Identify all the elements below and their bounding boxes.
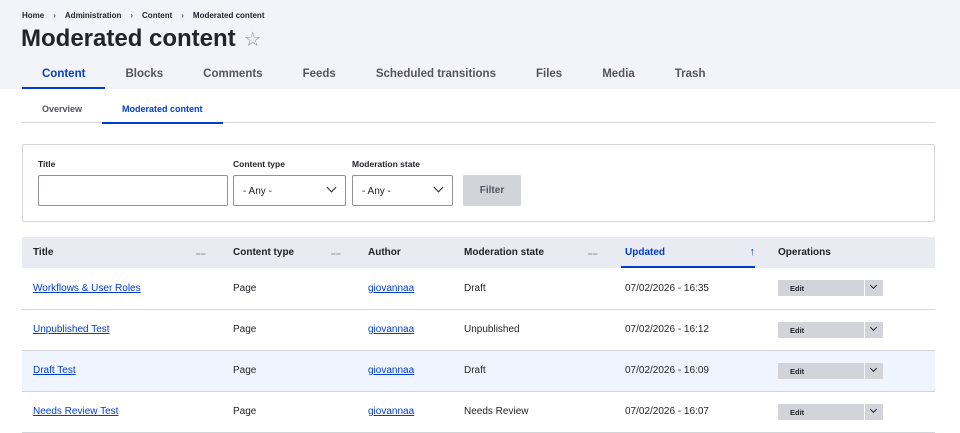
- table-row: Needs Review Test Page giovannaa Needs R…: [22, 391, 935, 432]
- row-author-link[interactable]: giovannaa: [368, 406, 414, 417]
- primary-tabs: Content Blocks Comments Feeds Scheduled …: [22, 62, 725, 89]
- row-updated: 07/02/2026 - 16:35: [625, 282, 709, 294]
- sort-icon: ⩵: [195, 248, 206, 258]
- col-author: Author: [368, 247, 401, 258]
- secondary-tabs: Overview Moderated content: [22, 99, 935, 124]
- breadcrumb-separator: ›: [130, 11, 134, 20]
- filter-form: Title Content type - Any - Moderation st…: [22, 144, 935, 222]
- row-content-type: Page: [233, 324, 257, 335]
- row-operations: Edit: [778, 362, 883, 379]
- row-updated: 07/02/2026 - 16:07: [625, 406, 709, 417]
- title-filter-label: Title: [38, 159, 56, 169]
- breadcrumb-administration[interactable]: Administration: [65, 11, 121, 20]
- row-moderation-state: Draft: [464, 365, 486, 376]
- breadcrumb: Home › Administration › Content › Modera…: [22, 11, 264, 20]
- operations-dropdown-button[interactable]: [865, 362, 883, 379]
- title-filter: Title: [38, 159, 228, 206]
- filter-button[interactable]: Filter: [463, 175, 521, 206]
- tab-scheduled-transitions[interactable]: Scheduled transitions: [356, 62, 516, 89]
- operations-dropdown-button[interactable]: [865, 321, 883, 338]
- row-author-link[interactable]: giovannaa: [368, 324, 414, 335]
- title-input[interactable]: [38, 175, 228, 206]
- chevron-down-icon: [869, 364, 878, 372]
- moderation-state-select[interactable]: - Any -: [352, 175, 453, 206]
- operations-dropdown-button[interactable]: [865, 403, 883, 420]
- page-header: Home › Administration › Content › Modera…: [0, 0, 960, 89]
- edit-button[interactable]: Edit: [778, 403, 864, 420]
- content-table: Title ⩵ Content type ⩵ Author Moderation s…: [22, 237, 935, 433]
- sort-icon: ⩵: [330, 248, 341, 258]
- row-updated: 07/02/2026 - 16:12: [625, 324, 709, 335]
- row-content-type: Page: [233, 365, 257, 376]
- tab-overview[interactable]: Overview: [22, 99, 102, 123]
- row-moderation-state: Draft: [464, 282, 486, 294]
- breadcrumb-home[interactable]: Home: [22, 11, 44, 20]
- page-title: Moderated content: [21, 25, 236, 52]
- row-author-link[interactable]: giovannaa: [368, 283, 414, 294]
- chevron-down-icon: [326, 182, 337, 193]
- star-icon[interactable]: ☆: [244, 27, 262, 52]
- content-type-filter: Content type - Any -: [233, 159, 346, 206]
- chevron-down-icon: [869, 282, 878, 290]
- edit-button[interactable]: Edit: [778, 321, 864, 338]
- breadcrumb-current: Moderated content: [192, 11, 265, 20]
- moderation-state-label: Moderation state: [352, 159, 421, 169]
- content-type-label: Content type: [233, 159, 285, 169]
- tab-media[interactable]: Media: [582, 62, 655, 89]
- row-operations: Edit: [778, 403, 883, 420]
- moderation-state-filter: Moderation state - Any -: [352, 159, 453, 206]
- tab-trash[interactable]: Trash: [655, 62, 726, 89]
- row-author-link[interactable]: giovannaa: [368, 365, 414, 376]
- tab-feeds[interactable]: Feeds: [283, 62, 356, 89]
- row-content-type: Page: [233, 282, 257, 294]
- edit-button[interactable]: Edit: [778, 280, 864, 297]
- operations-dropdown-button[interactable]: [865, 280, 883, 297]
- chevron-down-icon: [869, 323, 878, 331]
- table-row: Unpublished Test Page giovannaa Unpublis…: [22, 309, 935, 350]
- row-title-link[interactable]: Workflows & User Roles: [33, 283, 141, 294]
- row-title-link[interactable]: Draft Test: [33, 365, 76, 376]
- col-title[interactable]: Title ⩵: [22, 237, 222, 268]
- row-content-type: Page: [233, 406, 257, 417]
- tab-files[interactable]: Files: [516, 62, 582, 89]
- row-moderation-state: Needs Review: [464, 406, 529, 417]
- content-type-value: - Any -: [243, 186, 272, 197]
- row-title-link[interactable]: Needs Review Test: [33, 406, 118, 417]
- col-operations: Operations: [778, 247, 831, 258]
- col-content-type[interactable]: Content type ⩵: [222, 237, 357, 268]
- tab-comments[interactable]: Comments: [183, 62, 282, 89]
- tab-moderated-content[interactable]: Moderated content: [102, 99, 223, 124]
- breadcrumb-separator: ›: [53, 11, 56, 20]
- content-type-select[interactable]: - Any -: [233, 175, 346, 206]
- table-row: Workflows & User Roles Page giovannaa Dr…: [22, 268, 935, 309]
- col-updated[interactable]: Updated ↑: [614, 237, 767, 268]
- breadcrumb-content[interactable]: Content: [142, 11, 172, 20]
- tab-content[interactable]: Content: [22, 62, 106, 89]
- row-operations: Edit: [778, 321, 883, 338]
- tab-blocks[interactable]: Blocks: [105, 62, 183, 89]
- table-row: Draft Test Page giovannaa Draft 07/02/20…: [22, 350, 935, 391]
- chevron-down-icon: [433, 182, 444, 193]
- row-updated: 07/02/2026 - 16:09: [625, 365, 709, 376]
- row-title-link[interactable]: Unpublished Test: [33, 324, 110, 335]
- sort-icon: ⩵: [587, 248, 598, 258]
- sort-ascending-icon: ↑: [749, 246, 756, 258]
- table-header-row: Title ⩵ Content type ⩵ Author Moderation s…: [22, 237, 935, 268]
- row-moderation-state: Unpublished: [464, 324, 520, 335]
- breadcrumb-separator: ›: [181, 11, 184, 20]
- moderation-state-value: - Any -: [362, 186, 391, 197]
- chevron-down-icon: [869, 405, 878, 413]
- page-title-wrap: Moderated content ☆: [21, 25, 262, 53]
- edit-button[interactable]: Edit: [778, 362, 864, 379]
- col-moderation-state[interactable]: Moderation state ⩵: [453, 237, 614, 268]
- row-operations: Edit: [778, 280, 883, 297]
